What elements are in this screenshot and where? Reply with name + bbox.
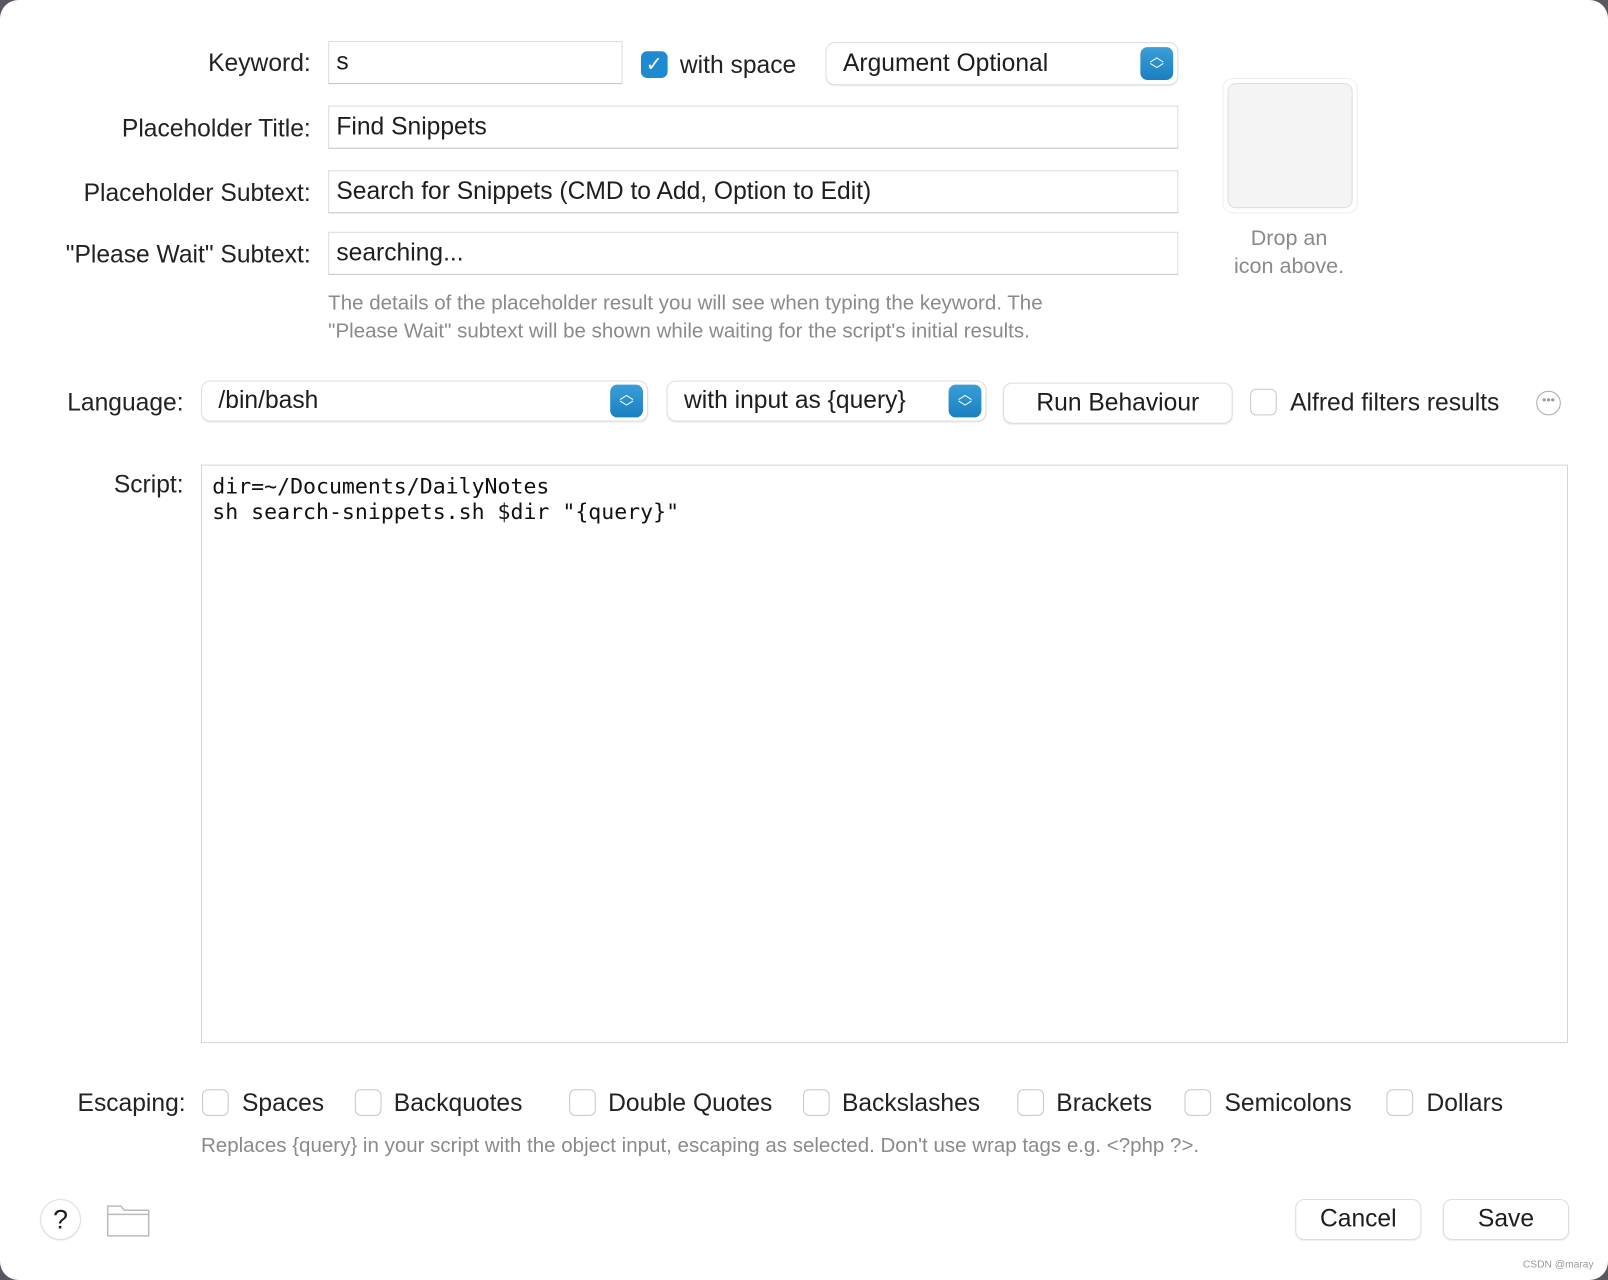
input-mode-value: with input as {query} [684,386,906,415]
language-select[interactable]: /bin/bash ︿ ﹀ [202,381,648,421]
escaping-option-label: Backquotes [393,1089,523,1117]
escaping-option-label: Dollars [1426,1089,1504,1117]
run-behaviour-button[interactable]: Run Behaviour [1003,383,1232,423]
argument-select[interactable]: Argument Optional ︿ ﹀ [826,43,1178,85]
escaping-label: Escaping: [77,1089,186,1117]
watermark: CSDN @maray [1522,1259,1594,1271]
escaping-double-quotes-checkbox[interactable] [569,1089,596,1116]
escaping-hint: Replaces {query} in your script with the… [200,1134,1200,1157]
more-options-icon[interactable]: ••• [1536,390,1561,416]
script-filter-dialog: Keyword: s ✓ with space Argument Optiona… [0,0,1608,1280]
alfred-filters-label: Alfred filters results [1290,388,1500,417]
escaping-option-label: Brackets [1056,1089,1153,1117]
escaping-backslashes-checkbox[interactable] [802,1089,830,1116]
with-space-label: with space [679,51,797,79]
escaping-option-label: Spaces [242,1089,325,1117]
keyword-input[interactable]: s [328,41,623,85]
language-select-value: /bin/bash [218,386,319,415]
chevron-updown-icon: ︿ ﹀ [610,384,643,418]
escaping-backquotes-checkbox[interactable] [354,1089,382,1116]
escaping-option-label: Backslashes [841,1089,981,1117]
placeholder-title-input[interactable]: Find Snippets [328,105,1179,149]
chevron-updown-icon: ︿ ﹀ [948,384,982,418]
keyword-label: Keyword: [208,49,311,77]
escaping-spaces-checkbox[interactable] [202,1089,229,1116]
icon-drop-well[interactable] [1222,77,1358,214]
script-line: dir=~/Documents/DailyNotes [212,473,550,499]
escaping-brackets-checkbox[interactable] [1017,1089,1044,1116]
chevron-updown-icon: ︿ ﹀ [1140,47,1174,80]
argument-select-value: Argument Optional [842,49,1049,77]
escaping-option-label: Semicolons [1224,1089,1352,1117]
icon-drop-hint: Drop an icon above. [1210,225,1368,280]
placeholder-subtext-label: Placeholder Subtext: [83,179,311,208]
script-label: Script: [113,470,184,499]
escaping-semicolons-checkbox[interactable] [1184,1089,1212,1116]
escaping-option-label: Double Quotes [608,1089,773,1117]
with-space-checkbox[interactable]: ✓ [640,51,668,78]
icon-drop-line: icon above. [1233,254,1345,278]
folder-icon[interactable] [106,1202,150,1237]
placeholder-subtext-input[interactable]: Search for Snippets (CMD to Add, Option … [328,170,1179,214]
script-editor[interactable]: dir=~/Documents/DailyNotes sh search-sni… [200,464,1569,1044]
help-button[interactable]: ? [41,1199,80,1239]
icon-drop-line: Drop an [1250,226,1328,251]
alfred-filters-checkbox[interactable] [1250,388,1277,416]
please-wait-label: "Please Wait" Subtext: [65,241,311,269]
escaping-dollars-checkbox[interactable] [1386,1089,1414,1116]
please-wait-input[interactable]: searching... [328,231,1179,275]
hint-line: "Please Wait" subtext will be shown whil… [328,319,1030,343]
cancel-button[interactable]: Cancel [1296,1199,1421,1239]
placeholder-title-label: Placeholder Title: [121,114,311,143]
language-label: Language: [67,388,184,417]
hint-line: The details of the placeholder result yo… [328,292,1043,315]
save-button[interactable]: Save [1443,1199,1569,1239]
placeholder-hint: The details of the placeholder result yo… [328,290,1042,345]
input-mode-select[interactable]: with input as {query} ︿ ﹀ [667,381,986,421]
script-line: sh search-snippets.sh $dir "{query}" [212,499,680,525]
